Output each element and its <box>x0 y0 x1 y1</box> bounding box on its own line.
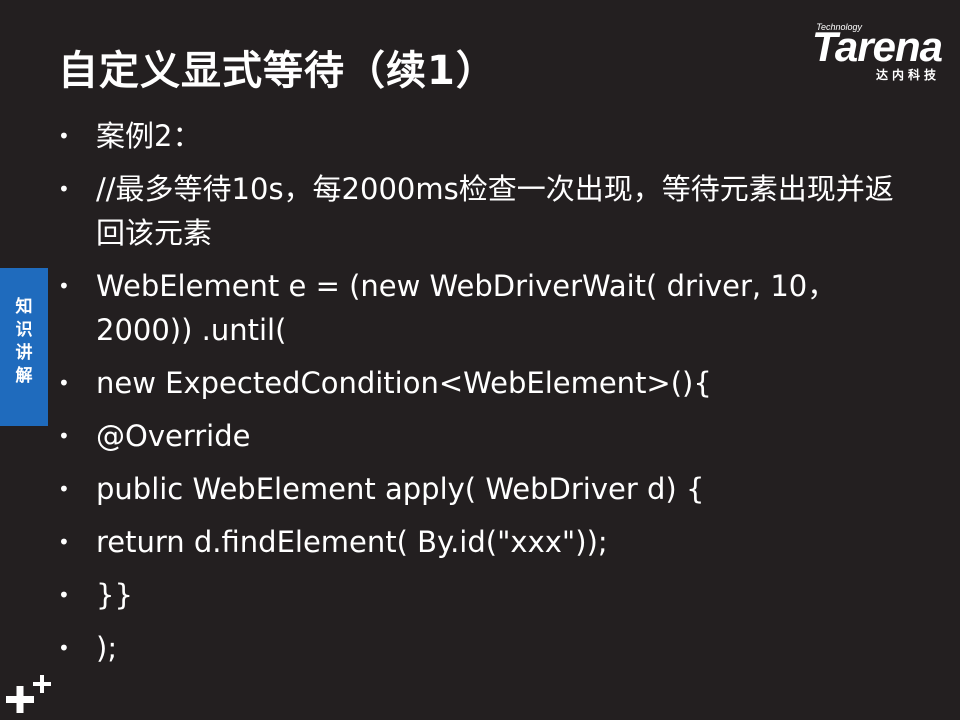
bullet-text: //最多等待10s，每2000ms检查一次出现，等待元素出现并返回该元素 <box>96 172 894 250</box>
bullet-item: • public WebElement apply( WebDriver d) { <box>58 467 898 511</box>
slide-title: 自定义显式等待（续1） <box>58 48 497 94</box>
bullet-text: new ExpectedCondition<WebElement>(){ <box>96 366 712 400</box>
bullet-item: • @Override <box>58 414 898 458</box>
tarena-logo: Technology Tarena 达内科技 <box>782 22 943 86</box>
bullet-dot-icon: • <box>58 124 70 148</box>
bullet-dot-icon: • <box>58 530 70 554</box>
bullet-item: • WebElement e = (new WebDriverWait( driv… <box>58 264 898 352</box>
bullet-item: •); <box>58 626 898 670</box>
bullet-item: • new ExpectedCondition<WebElement>(){ <box>58 361 898 405</box>
side-tab: 知识讲解 <box>0 268 48 426</box>
bullet-text: return d.findElement( By.id("xxx")); <box>96 525 608 559</box>
bullet-text: }} <box>96 578 133 612</box>
bullet-dot-icon: • <box>58 274 70 298</box>
logo-brand-text: Tarena <box>811 23 943 70</box>
bullet-dot-icon: • <box>58 424 70 448</box>
bullet-dot-icon: • <box>58 477 70 501</box>
logo-cn-text: 达内科技 <box>875 68 940 82</box>
bullet-dot-icon: • <box>58 636 70 660</box>
bullet-dot-icon: • <box>58 177 70 201</box>
bullet-item: • 案例2： <box>58 114 898 158</box>
bullet-item: • return d.findElement( By.id("xxx")); <box>58 520 898 564</box>
bullet-item: • //最多等待10s，每2000ms检查一次出现，等待元素出现并返回该元素 <box>58 167 898 255</box>
bullet-text: @Override <box>96 419 251 453</box>
plus-icon <box>6 675 51 713</box>
bullet-text: ); <box>96 631 118 665</box>
bullet-text: public WebElement apply( WebDriver d) { <box>96 472 705 506</box>
bullet-text: WebElement e = (new WebDriverWait( drive… <box>96 269 837 347</box>
bullet-text: 案例2： <box>96 119 202 153</box>
bullet-list: • 案例2： • //最多等待10s，每2000ms检查一次出现，等待元素出现并返回… <box>58 114 898 679</box>
bullet-dot-icon: • <box>58 371 70 395</box>
bullet-dot-icon: • <box>58 583 70 607</box>
bullet-item: •}} <box>58 573 898 617</box>
side-tab-label: 知识讲解 <box>15 297 33 386</box>
